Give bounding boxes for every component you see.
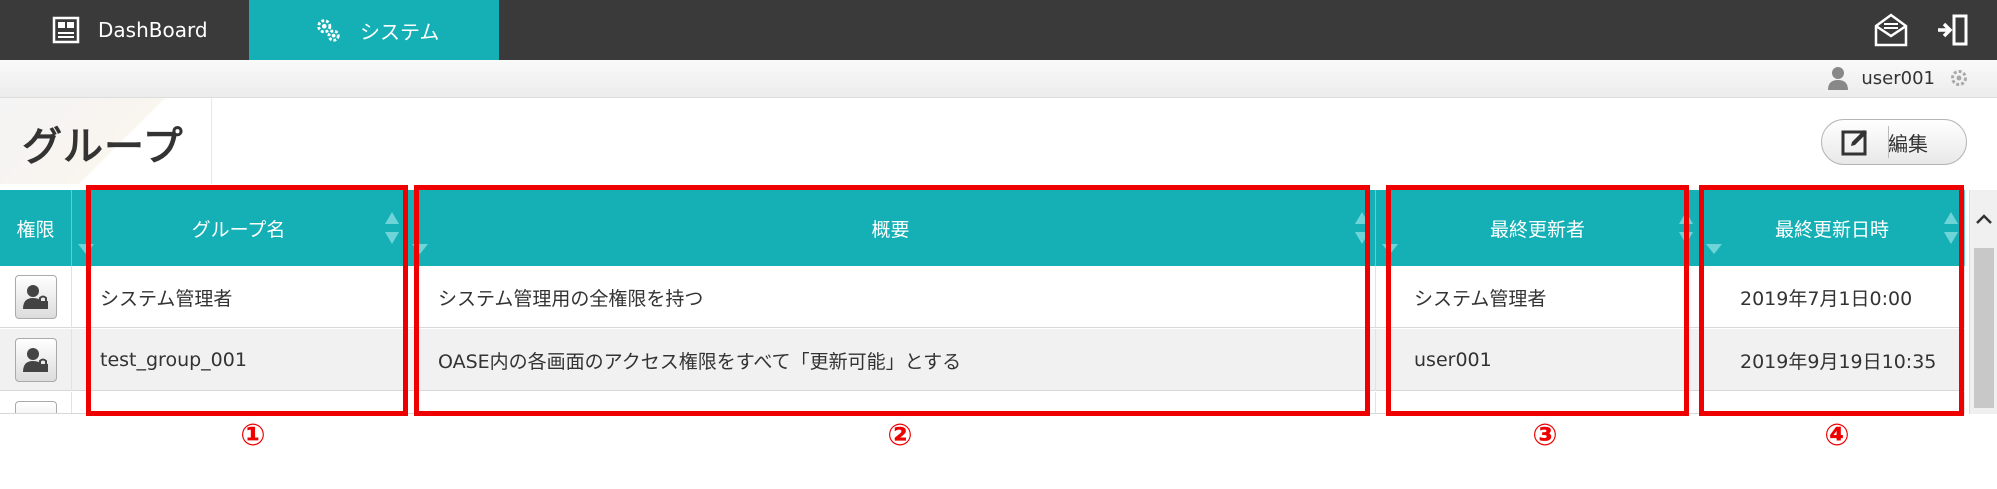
user-lock-icon	[23, 348, 48, 372]
gear-icon[interactable]	[1949, 68, 1969, 88]
gears-icon	[314, 16, 342, 44]
permission-button[interactable]	[15, 275, 57, 319]
logout-icon[interactable]	[1934, 12, 1972, 48]
permission-cell	[0, 392, 72, 413]
tab-system-label: システム	[360, 19, 440, 44]
scrollbar-thumb[interactable]	[1974, 248, 1994, 408]
column-header-permission: 権限	[0, 190, 72, 266]
vertical-scrollbar[interactable]	[1969, 190, 1997, 414]
user-menu[interactable]: user001	[1827, 66, 1969, 90]
edit-button-divider	[1888, 126, 1889, 158]
user-icon	[1827, 66, 1849, 90]
edit-button-label: 編集	[1888, 131, 1928, 156]
annotation-box-3	[1386, 185, 1689, 416]
annotation-number-3: ③	[1532, 418, 1558, 453]
annotation-number-2: ②	[887, 418, 913, 453]
edit-icon	[1840, 127, 1870, 157]
mail-icon[interactable]	[1872, 12, 1910, 48]
page-title: グループ	[22, 124, 184, 170]
tab-dashboard[interactable]: DashBoard	[0, 0, 249, 60]
tab-dashboard-label: DashBoard	[98, 18, 208, 42]
annotation-number-4: ④	[1824, 418, 1850, 453]
permission-button[interactable]	[15, 338, 57, 382]
top-nav-bar: DashBoard システム	[0, 0, 1997, 60]
annotation-box-1	[86, 185, 408, 416]
user-name: user001	[1861, 67, 1935, 89]
permission-button[interactable]	[15, 401, 57, 413]
annotation-box-2	[414, 185, 1370, 416]
permission-cell	[0, 329, 72, 391]
permission-cell	[0, 266, 72, 328]
page-header: グループ 編集	[0, 98, 1997, 188]
user-bar: user001	[0, 60, 1997, 98]
annotation-box-4	[1699, 185, 1964, 416]
edit-button[interactable]: 編集	[1821, 119, 1967, 165]
tab-system[interactable]: システム	[249, 0, 499, 60]
user-lock-icon	[23, 285, 48, 309]
annotation-number-1: ①	[240, 418, 266, 453]
scroll-up-icon[interactable]	[1970, 204, 1997, 234]
dashboard-icon	[52, 16, 80, 44]
